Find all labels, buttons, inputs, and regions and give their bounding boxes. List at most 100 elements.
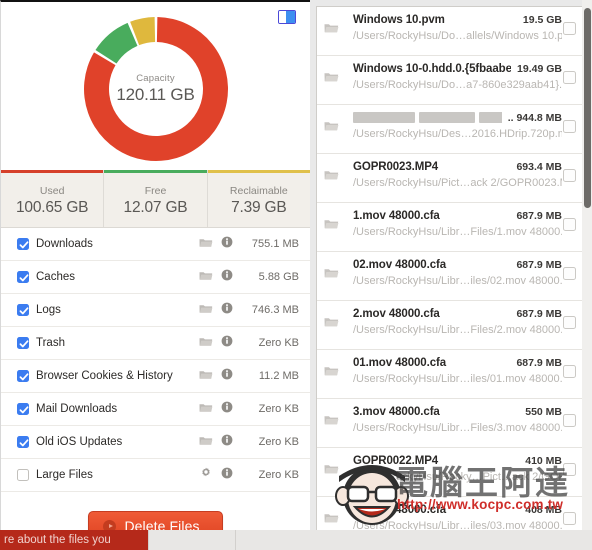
file-checkbox[interactable] <box>563 365 576 378</box>
folder-icon <box>324 217 339 235</box>
file-checkbox[interactable] <box>563 267 576 280</box>
cleanup-category-row[interactable]: Mail Downloads Zero KB <box>1 393 310 426</box>
folder-icon[interactable] <box>195 334 217 352</box>
gear-icon[interactable] <box>195 466 217 484</box>
file-row-top: GOPR0023.MP4 693.4 MB <box>327 161 562 173</box>
info-icon[interactable] <box>217 268 237 286</box>
file-row-top: 2.mov 48000.cfa 687.9 MB <box>327 308 562 320</box>
file-checkbox[interactable] <box>563 316 576 329</box>
file-size: 693.4 MB <box>516 161 562 173</box>
info-icon[interactable] <box>217 433 237 451</box>
file-list-row[interactable]: 01.mov 48000.cfa 687.9 MB/Users/RockyHsu/… <box>317 350 592 399</box>
category-checkbox[interactable] <box>17 370 29 382</box>
file-path: /Users/RockyHsu/Do…a7-860e329aab41}.hds <box>353 79 562 91</box>
file-size: 19.49 GB <box>517 63 562 75</box>
file-list-row[interactable]: 3.mov 48000.cfa 550 MB/Users/RockyHsu/Lib… <box>317 399 592 448</box>
folder-icon[interactable] <box>195 433 217 451</box>
file-list-row[interactable]: Windows 10.pvm 19.5 GB/Users/RockyHsu/Do…… <box>317 7 592 56</box>
file-checkbox[interactable] <box>563 22 576 35</box>
folder-icon <box>324 168 339 186</box>
info-icon <box>221 401 233 413</box>
file-row-top: Windows 10.pvm 19.5 GB <box>327 14 562 26</box>
file-checkbox[interactable] <box>563 71 576 84</box>
file-checkbox[interactable] <box>563 169 576 182</box>
stat-label: Used <box>39 184 65 197</box>
folder-icon[interactable] <box>195 301 217 319</box>
folder-icon[interactable] <box>195 235 217 253</box>
folder-icon <box>199 437 213 445</box>
cleanup-category-row[interactable]: Trash Zero KB <box>1 327 310 360</box>
file-checkbox[interactable] <box>563 120 576 133</box>
file-list: Windows 10.pvm 19.5 GB/Users/RockyHsu/Do…… <box>317 7 592 541</box>
cleanup-category-row[interactable]: Old iOS Updates Zero KB <box>1 426 310 459</box>
folder-icon <box>324 462 339 480</box>
file-name: 3.mov 48000.cfa <box>353 406 440 418</box>
file-checkbox[interactable] <box>563 218 576 231</box>
category-label: Downloads <box>36 238 93 250</box>
file-path: /Users/RockyHsu/Libr…iles/01.mov 48000.c… <box>353 373 562 385</box>
file-checkbox[interactable] <box>563 463 576 476</box>
folder-icon <box>324 514 339 523</box>
file-size: 408 MB <box>525 504 562 516</box>
folder-icon[interactable] <box>195 400 217 418</box>
cleanup-category-row[interactable]: Logs 746.3 MB <box>1 294 310 327</box>
stat-value: 100.65 GB <box>16 198 89 216</box>
file-list-row[interactable]: 2.mov 48000.cfa 687.9 MB/Users/RockyHsu/L… <box>317 301 592 350</box>
file-path: /Users/RockyHsu/Libr…Files/3.mov 48000.c… <box>353 422 562 434</box>
stat-color-bar <box>104 170 207 173</box>
folder-icon <box>324 318 339 327</box>
folder-icon <box>324 315 339 333</box>
category-checkbox[interactable] <box>17 436 29 448</box>
info-icon[interactable] <box>217 466 237 484</box>
folder-icon[interactable] <box>195 268 217 286</box>
file-list-row[interactable]: GOPR0022.MP4 410 MB/Users/RockyHsu/Rocky…… <box>317 448 592 497</box>
file-list-row[interactable]: Windows 10-0.hdd.0.{5fbaabe3-69… 19.49 GB… <box>317 56 592 105</box>
capacity-legend: Used 100.65 GB Free 12.07 GB Reclaimable 7.39… <box>1 170 310 228</box>
category-checkbox[interactable] <box>17 238 29 250</box>
category-checkbox[interactable] <box>17 403 29 415</box>
folder-icon[interactable] <box>195 367 217 385</box>
stat-cell-free: Free 12.07 GB <box>104 170 208 227</box>
category-checkbox[interactable] <box>17 304 29 316</box>
file-checkbox[interactable] <box>563 512 576 525</box>
scrollbar-thumb[interactable] <box>584 8 591 208</box>
category-checkbox[interactable] <box>17 337 29 349</box>
info-icon[interactable] <box>217 334 237 352</box>
file-size: 687.9 MB <box>516 259 562 271</box>
file-list-row[interactable]: .. 944.8 MB/Users/RockyHsu/Des…2016.HDri… <box>317 105 592 154</box>
folder-icon <box>324 266 339 284</box>
category-size: 746.3 MB <box>251 304 299 316</box>
file-size: 410 MB <box>525 455 562 467</box>
info-icon[interactable] <box>217 367 237 385</box>
file-size: 550 MB <box>525 406 562 418</box>
info-icon[interactable] <box>217 400 237 418</box>
file-path: /Users/RockyHsu/Do…allels/Windows 10.pvm <box>353 30 562 42</box>
folder-icon <box>199 338 213 346</box>
cleanup-category-row[interactable]: Caches 5.88 GB <box>1 261 310 294</box>
category-checkbox[interactable] <box>17 469 29 481</box>
sidebar-toggle-icon[interactable] <box>278 10 296 24</box>
cleanup-category-row[interactable]: Large Files Zero KB <box>1 459 310 492</box>
file-name-redacted <box>353 112 502 124</box>
category-label: Mail Downloads <box>36 403 118 415</box>
file-checkbox[interactable] <box>563 414 576 427</box>
file-list-row[interactable]: 02.mov 48000.cfa 687.9 MB/Users/RockyHsu/… <box>317 252 592 301</box>
category-label: Trash <box>36 337 65 349</box>
category-size: Zero KB <box>258 436 299 448</box>
file-list-scrollbar[interactable] <box>582 0 592 550</box>
category-label: Caches <box>36 271 75 283</box>
large-files-panel: Windows 10.pvm 19.5 GB/Users/RockyHsu/Do…… <box>310 0 592 550</box>
cleanup-category-row[interactable]: Downloads 755.1 MB <box>1 228 310 261</box>
file-list-row[interactable]: GOPR0023.MP4 693.4 MB/Users/RockyHsu/Pict… <box>317 154 592 203</box>
file-size: 687.9 MB <box>516 210 562 222</box>
folder-icon <box>324 367 339 376</box>
cleanup-category-row[interactable]: Browser Cookies & History 11.2 MB <box>1 360 310 393</box>
folder-icon <box>324 119 339 137</box>
file-path: /Users/RockyHsu/Libr…Files/2.mov 48000.c… <box>353 324 562 336</box>
disk-overview-panel: Capacity 120.11 GB Used 100.65 GB Free 12.0… <box>0 0 310 550</box>
info-icon[interactable] <box>217 301 237 319</box>
info-icon[interactable] <box>217 235 237 253</box>
file-list-row[interactable]: 1.mov 48000.cfa 687.9 MB/Users/RockyHsu/L… <box>317 203 592 252</box>
stat-label: Free <box>144 184 167 197</box>
category-checkbox[interactable] <box>17 271 29 283</box>
